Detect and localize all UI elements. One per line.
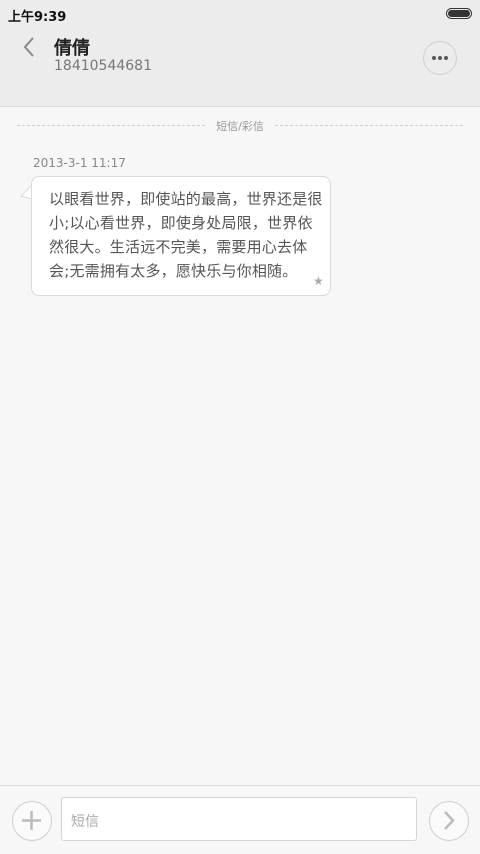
message-text: 以眼看世界，即使站的最高，世界还是很小;以心看世界，即使身处局限，世界依然很大。…	[49, 190, 323, 280]
send-button[interactable]	[429, 801, 469, 841]
back-button[interactable]	[14, 32, 44, 62]
message-bubble[interactable]: 以眼看世界，即使站的最高，世界还是很小;以心看世界，即使身处局限，世界依然很大。…	[31, 176, 331, 296]
contact-number: 18410544681	[54, 58, 152, 74]
more-dots-icon	[432, 56, 436, 60]
more-options-button[interactable]	[423, 41, 457, 75]
add-attachment-button[interactable]	[12, 801, 52, 841]
status-time: 上午9:39	[8, 10, 67, 25]
status-bar: 上午9:39	[0, 0, 480, 28]
battery-level	[448, 10, 470, 17]
contact-name: 倩倩	[54, 38, 90, 59]
divider-line	[275, 125, 463, 126]
divider-label: 短信/彩信	[216, 120, 264, 133]
composer-bar: 短信	[0, 785, 480, 854]
message-input-placeholder: 短信	[71, 814, 99, 830]
battery-icon	[446, 8, 472, 19]
more-dots-icon	[438, 56, 442, 60]
chevron-left-icon	[23, 37, 34, 57]
chevron-right-icon	[444, 811, 455, 830]
divider-line	[17, 125, 205, 126]
message-timestamp: 2013-3-1 11:17	[33, 156, 126, 170]
message-input[interactable]: 短信	[61, 797, 417, 841]
message-type-divider: 短信/彩信	[17, 116, 463, 134]
plus-icon	[22, 811, 41, 830]
star-icon[interactable]: ★	[313, 269, 324, 293]
conversation-header: 倩倩 18410544681	[0, 28, 480, 107]
more-dots-icon	[444, 56, 448, 60]
